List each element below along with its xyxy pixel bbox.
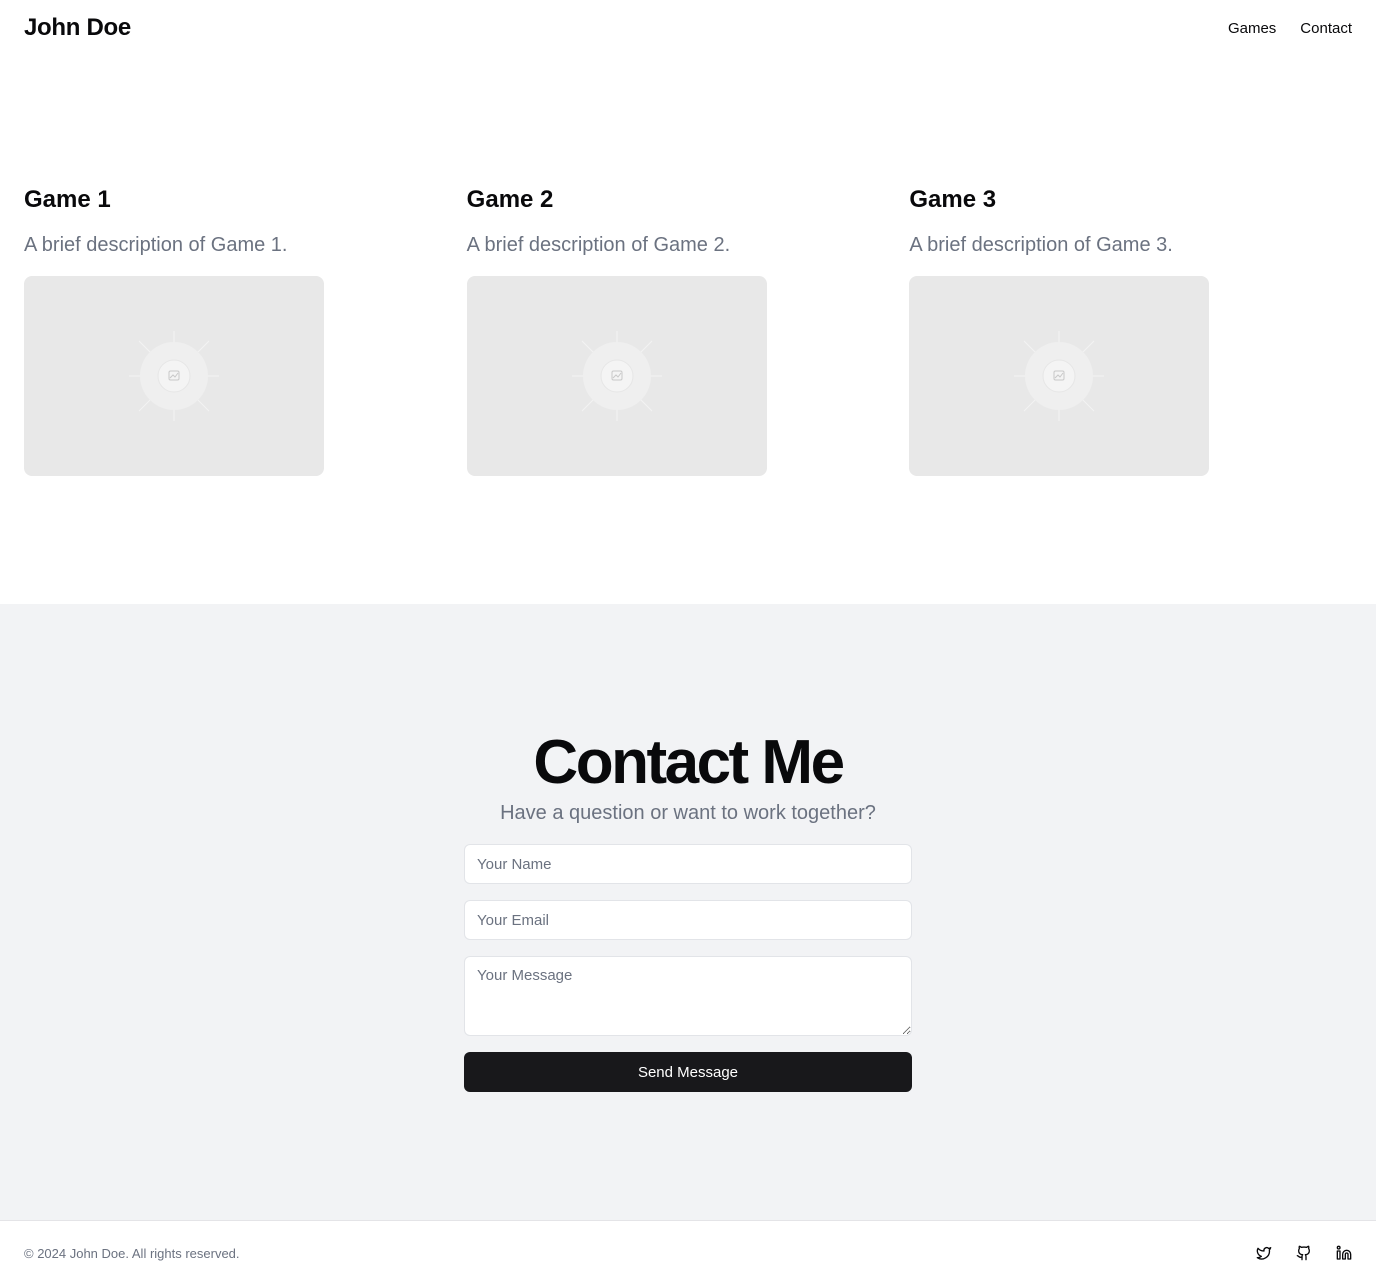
contact-title: Contact Me — [533, 728, 845, 797]
email-input[interactable] — [464, 900, 912, 940]
site-header: John Doe Games Contact — [0, 0, 1376, 56]
games-section: Game 1 A brief description of Game 1. Ga… — [0, 186, 1376, 476]
image-placeholder-icon — [571, 331, 662, 421]
twitter-icon[interactable] — [1256, 1245, 1272, 1261]
game-image-placeholder — [466, 276, 767, 476]
nav-link-games[interactable]: Games — [1228, 20, 1276, 37]
message-textarea[interactable] — [464, 956, 912, 1036]
game-title: Game 3 — [909, 186, 997, 213]
copyright-text: © 2024 John Doe. All rights reserved. — [24, 1245, 240, 1261]
nav-link-contact[interactable]: Contact — [1300, 20, 1352, 37]
game-image-placeholder — [24, 276, 324, 476]
linkedin-icon[interactable] — [1336, 1245, 1352, 1261]
game-title: Game 2 — [466, 186, 554, 213]
game-card: Game 1 A brief description of Game 1. — [24, 186, 467, 476]
github-icon[interactable] — [1296, 1245, 1312, 1261]
game-title: Game 1 — [24, 186, 111, 213]
site-footer: © 2024 John Doe. All rights reserved. — [0, 1220, 1376, 1285]
game-card: Game 2 A brief description of Game 2. — [466, 186, 910, 476]
site-brand[interactable]: John Doe — [24, 14, 131, 42]
contact-section: Contact Me Have a question or want to wo… — [0, 604, 1376, 1221]
social-links — [1256, 1245, 1352, 1261]
game-description: A brief description of Game 1. — [24, 234, 288, 256]
main-nav: Games Contact — [1228, 20, 1352, 37]
name-input[interactable] — [464, 844, 912, 884]
game-description: A brief description of Game 2. — [466, 234, 731, 256]
image-placeholder-icon — [129, 331, 219, 421]
game-description: A brief description of Game 3. — [909, 234, 1173, 256]
image-placeholder-icon — [1014, 331, 1105, 421]
contact-subtitle: Have a question or want to work together… — [500, 802, 876, 824]
send-message-button[interactable]: Send Message — [464, 1052, 912, 1092]
game-card: Game 3 A brief description of Game 3. — [909, 186, 1352, 476]
game-image-placeholder — [909, 276, 1210, 476]
